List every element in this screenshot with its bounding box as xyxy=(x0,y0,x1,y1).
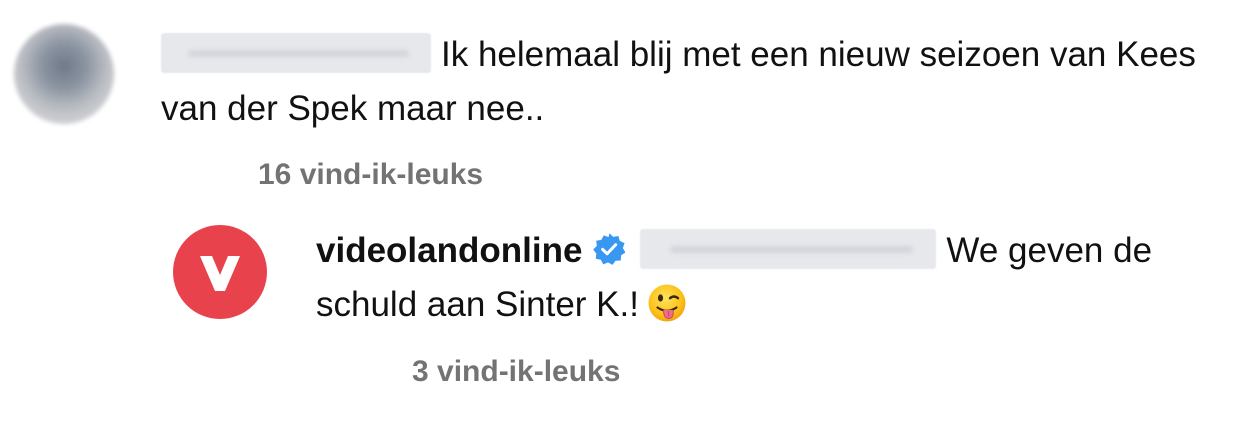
blurred-mention[interactable] xyxy=(161,32,431,73)
comment-text: Ik helemaal blij met een nieuw seizoen v… xyxy=(161,28,1231,136)
likes-count[interactable]: 3 vind-ik-leuks xyxy=(412,355,620,389)
verified-badge-icon xyxy=(593,233,626,265)
winking-face-with-tongue-icon xyxy=(648,284,686,322)
avatar[interactable] xyxy=(14,24,114,124)
videoland-v-icon xyxy=(200,256,240,291)
reply-username[interactable]: videolandonline xyxy=(316,231,582,270)
blurred-mention[interactable] xyxy=(640,228,937,269)
likes-count[interactable]: 16 vind-ik-leuks xyxy=(258,158,483,192)
videoland-logo-avatar[interactable] xyxy=(173,225,267,319)
reply-text: videolandonline We geven de schuld aan S… xyxy=(316,224,1226,332)
